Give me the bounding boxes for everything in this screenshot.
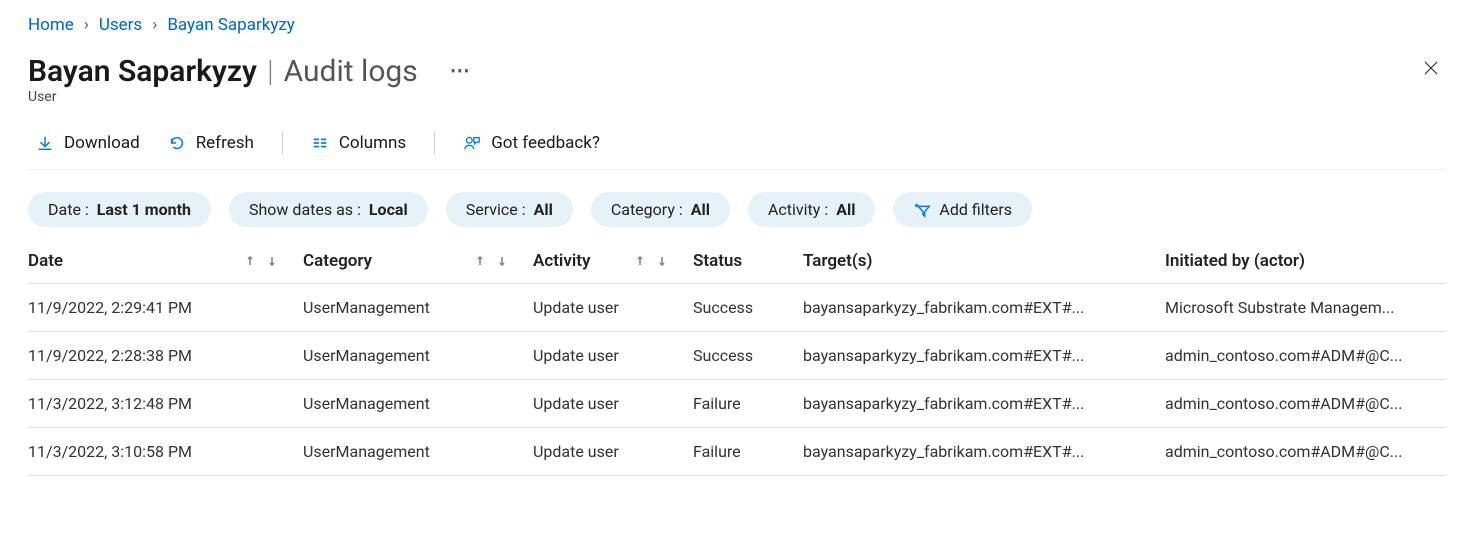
- col-header-date[interactable]: Date: [28, 239, 303, 284]
- col-header-category[interactable]: Category: [303, 239, 533, 284]
- cell-status: Failure: [693, 380, 803, 428]
- col-header-status[interactable]: Status: [693, 239, 803, 284]
- col-header-initiated[interactable]: Initiated by (actor): [1165, 239, 1445, 284]
- cell-target: bayansaparkyzy_fabrikam.com#EXT#...: [803, 428, 1165, 476]
- cell-status: Failure: [693, 428, 803, 476]
- more-actions-button[interactable]: ⋯: [422, 58, 472, 82]
- filter-date-label: Date :: [48, 200, 89, 219]
- cell-activity: Update user: [533, 380, 693, 428]
- filter-activity[interactable]: Activity : All: [748, 192, 875, 227]
- col-header-initiated-label: Initiated by (actor): [1165, 251, 1305, 271]
- filter-service-label: Service :: [466, 200, 526, 219]
- cell-status: Success: [693, 332, 803, 380]
- title-section: Audit logs: [284, 54, 418, 89]
- audit-logs-table: Date Category: [28, 239, 1445, 476]
- cell-activity: Update user: [533, 428, 693, 476]
- cell-initiated: Microsoft Substrate Managem...: [1165, 284, 1445, 332]
- cell-target: bayansaparkyzy_fabrikam.com#EXT#...: [803, 380, 1165, 428]
- cell-date: 11/3/2022, 3:10:58 PM: [28, 428, 303, 476]
- filter-bar: Date : Last 1 month Show dates as : Loca…: [28, 192, 1445, 227]
- refresh-button[interactable]: Refresh: [160, 131, 262, 155]
- filter-category[interactable]: Category : All: [591, 192, 730, 227]
- breadcrumb-users[interactable]: Users: [99, 14, 142, 36]
- feedback-button[interactable]: Got feedback?: [455, 131, 608, 155]
- cell-category: UserManagement: [303, 284, 533, 332]
- breadcrumb-user-name[interactable]: Bayan Saparkyzy: [167, 14, 295, 36]
- filter-category-label: Category :: [611, 200, 683, 219]
- filter-showdates-value: Local: [369, 200, 408, 219]
- filter-category-value: All: [691, 200, 710, 219]
- cell-target: bayansaparkyzy_fabrikam.com#EXT#...: [803, 332, 1165, 380]
- page-title: Bayan Saparkyzy | Audit logs ⋯: [28, 54, 472, 89]
- download-icon: [36, 134, 54, 152]
- breadcrumb: Home › Users › Bayan Saparkyzy: [28, 14, 1445, 36]
- col-header-activity[interactable]: Activity: [533, 239, 693, 284]
- close-icon: [1423, 60, 1439, 81]
- col-header-category-label: Category: [303, 251, 372, 271]
- toolbar-divider: [282, 132, 283, 154]
- chevron-right-icon: ›: [152, 14, 157, 36]
- cell-category: UserManagement: [303, 380, 533, 428]
- feedback-icon: [463, 134, 481, 152]
- col-header-status-label: Status: [693, 251, 742, 271]
- cell-status: Success: [693, 284, 803, 332]
- table-row[interactable]: 11/3/2022, 3:10:58 PMUserManagementUpdat…: [28, 428, 1445, 476]
- filter-activity-label: Activity :: [768, 200, 828, 219]
- cell-date: 11/3/2022, 3:12:48 PM: [28, 380, 303, 428]
- download-label: Download: [64, 133, 140, 153]
- filter-date-value: Last 1 month: [97, 200, 191, 219]
- cell-activity: Update user: [533, 332, 693, 380]
- toolbar: Download Refresh Columns: [28, 131, 1445, 170]
- cell-activity: Update user: [533, 284, 693, 332]
- table-row[interactable]: 11/9/2022, 2:29:41 PMUserManagementUpdat…: [28, 284, 1445, 332]
- download-button[interactable]: Download: [28, 131, 148, 155]
- columns-label: Columns: [339, 133, 406, 153]
- cell-category: UserManagement: [303, 332, 533, 380]
- col-header-activity-label: Activity: [533, 251, 590, 271]
- filter-showdates-label: Show dates as :: [249, 200, 361, 219]
- add-filters-button[interactable]: Add filters: [893, 192, 1032, 227]
- refresh-icon: [168, 134, 186, 152]
- page-subtitle: User: [28, 89, 472, 105]
- filter-service[interactable]: Service : All: [446, 192, 573, 227]
- sort-icon[interactable]: [475, 253, 507, 269]
- filter-service-value: All: [534, 200, 553, 219]
- sort-icon[interactable]: [245, 253, 277, 269]
- col-header-target[interactable]: Target(s): [803, 239, 1165, 284]
- chevron-right-icon: ›: [84, 14, 89, 36]
- refresh-label: Refresh: [196, 133, 254, 153]
- title-user-name: Bayan Saparkyzy: [28, 54, 257, 89]
- feedback-label: Got feedback?: [491, 133, 600, 153]
- filter-add-icon: [913, 201, 931, 219]
- add-filters-label: Add filters: [939, 200, 1012, 219]
- toolbar-divider: [434, 132, 435, 154]
- cell-initiated: admin_contoso.com#ADM#@C...: [1165, 380, 1445, 428]
- cell-date: 11/9/2022, 2:29:41 PM: [28, 284, 303, 332]
- col-header-date-label: Date: [28, 251, 63, 271]
- filter-activity-value: All: [836, 200, 855, 219]
- cell-initiated: admin_contoso.com#ADM#@C...: [1165, 428, 1445, 476]
- breadcrumb-home[interactable]: Home: [28, 14, 74, 36]
- cell-initiated: admin_contoso.com#ADM#@C...: [1165, 332, 1445, 380]
- cell-target: bayansaparkyzy_fabrikam.com#EXT#...: [803, 284, 1165, 332]
- columns-button[interactable]: Columns: [303, 131, 414, 155]
- title-separator: |: [261, 54, 280, 89]
- filter-show-dates-as[interactable]: Show dates as : Local: [229, 192, 428, 227]
- table-row[interactable]: 11/3/2022, 3:12:48 PMUserManagementUpdat…: [28, 380, 1445, 428]
- cell-date: 11/9/2022, 2:28:38 PM: [28, 332, 303, 380]
- filter-date[interactable]: Date : Last 1 month: [28, 192, 211, 227]
- table-row[interactable]: 11/9/2022, 2:28:38 PMUserManagementUpdat…: [28, 332, 1445, 380]
- close-button[interactable]: [1417, 54, 1445, 86]
- sort-icon[interactable]: [635, 253, 667, 269]
- columns-icon: [311, 134, 329, 152]
- col-header-target-label: Target(s): [803, 251, 873, 271]
- cell-category: UserManagement: [303, 428, 533, 476]
